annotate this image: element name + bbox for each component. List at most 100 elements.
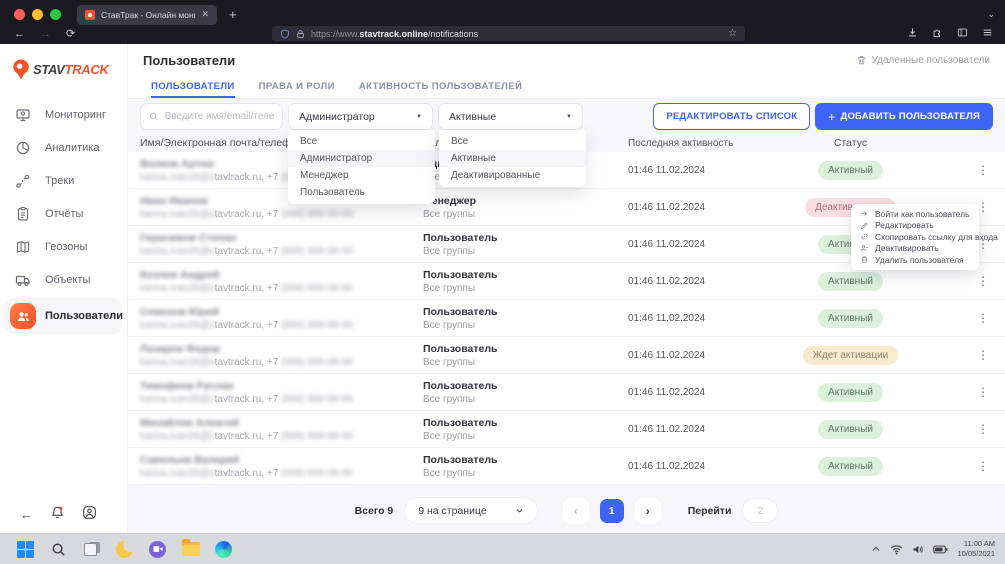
edit-list-button[interactable]: РЕДАКТИРОВАТЬ СПИСОК <box>653 103 810 130</box>
task-view-icon[interactable] <box>82 540 101 559</box>
col-status: Статус <box>773 137 928 149</box>
row-menu-kebab-icon[interactable]: ⋮ <box>977 274 989 288</box>
filter-bar: Администратор ▼ Активные ▼ РЕДАКТИРОВАТЬ… <box>140 103 993 130</box>
status-select[interactable]: Активные ▼ <box>438 103 583 130</box>
maximize-window-button[interactable] <box>50 9 61 20</box>
wifi-icon[interactable] <box>890 544 903 555</box>
url-text: https://www.stavtrack.online/notificatio… <box>311 29 478 39</box>
section-tabs: ПОЛЬЗОВАТЕЛИ ПРАВА И РОЛИ АКТИВНОСТЬ ПОЛ… <box>128 76 1005 99</box>
user-role: Менеджер <box>423 195 628 207</box>
browser-tabstrip: СтавТрак - Онлайн мониторин ✕ + ⌄ <box>0 0 1005 26</box>
header-buttons: РЕДАКТИРОВАТЬ СПИСОК + ДОБАВИТЬ ПОЛЬЗОВА… <box>653 103 993 130</box>
file-explorer-icon[interactable] <box>181 540 200 559</box>
status-option[interactable]: Активные <box>439 150 586 167</box>
role-option[interactable]: Все <box>288 133 435 150</box>
sidebar-toggle-icon[interactable] <box>957 27 968 38</box>
objects-icon <box>10 267 36 293</box>
page-title: Пользователи <box>143 53 235 68</box>
last-activity: 01:46 11.02.2024 <box>628 313 773 324</box>
list-tabs-chevron-icon[interactable]: ⌄ <box>987 9 995 20</box>
forward-icon[interactable]: → <box>40 27 51 41</box>
browser-tab[interactable]: СтавТрак - Онлайн мониторин ✕ <box>77 5 217 25</box>
current-page-button[interactable]: 1 <box>600 499 624 523</box>
status-option[interactable]: Деактивированные <box>439 167 586 184</box>
sidebar-item-monitoring[interactable]: Мониторинг <box>0 98 127 131</box>
chevron-down-icon <box>515 506 524 515</box>
menu-item-delete-user[interactable]: Удалить пользователя <box>851 254 979 266</box>
sidebar-item-analytics[interactable]: Аналитика <box>0 131 127 164</box>
user-minus-icon <box>860 244 869 253</box>
notifications-bell-icon[interactable] <box>50 505 65 523</box>
search-field[interactable] <box>140 103 283 130</box>
main-content: Пользователи Удаленные пользователи ПОЛЬ… <box>128 44 1005 533</box>
role-select[interactable]: Администратор ▼ <box>288 103 433 130</box>
user-role: Пользователь <box>423 306 628 318</box>
menu-item-copy-login-link[interactable]: Скопировать ссылку для входа <box>851 231 979 243</box>
tab-users[interactable]: ПОЛЬЗОВАТЕЛИ <box>151 76 235 98</box>
sidebar-item-objects[interactable]: Объекты <box>0 263 127 296</box>
user-group: Все группы <box>423 431 628 442</box>
goto-page-input[interactable] <box>742 498 778 523</box>
col-activity: Последняя активность <box>628 138 773 149</box>
status-option[interactable]: Все <box>439 133 586 150</box>
next-page-button[interactable]: › <box>635 498 661 524</box>
edge-browser-icon[interactable] <box>214 540 233 559</box>
user-group: Все группы <box>423 394 628 405</box>
moon-app-icon[interactable] <box>115 540 134 559</box>
row-menu-kebab-icon[interactable]: ⋮ <box>977 422 989 436</box>
reload-icon[interactable]: ⟳ <box>66 27 75 41</box>
user-name: Семенов Юрий <box>140 306 423 318</box>
deleted-users-link[interactable]: Удаленные пользователи <box>856 54 990 66</box>
sidebar-item-geozones[interactable]: Геозоны <box>0 230 127 263</box>
role-option[interactable]: Пользователь <box>288 184 435 201</box>
search-input[interactable] <box>165 111 274 122</box>
volume-icon[interactable] <box>912 544 924 555</box>
menu-item-deactivate[interactable]: Деактивировать <box>851 243 979 255</box>
screen: СтавТрак - Онлайн мониторин ✕ + ⌄ ← → ⟳ … <box>0 0 1005 564</box>
row-menu-kebab-icon[interactable]: ⋮ <box>977 163 989 177</box>
tray-chevron-up-icon[interactable] <box>871 545 881 553</box>
tab-rights-roles[interactable]: ПРАВА И РОЛИ <box>259 76 335 98</box>
close-window-button[interactable] <box>14 9 25 20</box>
user-contact: karina.ivan26@stavtrack.ru, +7 (999) 999… <box>140 394 423 405</box>
tab-user-activity[interactable]: АКТИВНОСТЬ ПОЛЬЗОВАТЕЛЕЙ <box>359 76 522 98</box>
bookmark-star-icon[interactable]: ☆ <box>728 28 737 39</box>
tab-close-icon[interactable]: ✕ <box>201 9 209 20</box>
monitoring-icon <box>10 102 36 128</box>
menu-hamburger-icon[interactable] <box>982 27 993 38</box>
sidebar-item-users[interactable]: Пользователи <box>5 298 122 334</box>
row-menu-kebab-icon[interactable]: ⋮ <box>977 385 989 399</box>
menu-item-edit[interactable]: Редактировать <box>851 220 979 232</box>
row-menu-kebab-icon[interactable]: ⋮ <box>977 459 989 473</box>
sidebar-item-label: Отчёты <box>45 208 83 220</box>
add-user-button[interactable]: + ДОБАВИТЬ ПОЛЬЗОВАТЕЛЯ <box>815 103 993 130</box>
taskbar-clock[interactable]: 11:00 AM 10/05/2021 <box>957 539 995 559</box>
status-badge: Активный <box>818 420 883 439</box>
row-menu-kebab-icon[interactable]: ⋮ <box>977 311 989 325</box>
downloads-icon[interactable] <box>907 27 918 38</box>
user-contact: karina.ivan26@stavtrack.ru, +7 (999) 999… <box>140 320 423 331</box>
battery-icon[interactable] <box>933 545 948 554</box>
prev-page-button[interactable]: ‹ <box>563 498 589 524</box>
per-page-select[interactable]: 9 на странице <box>404 497 537 524</box>
start-button-icon[interactable] <box>16 540 35 559</box>
taskbar-search-icon[interactable] <box>49 540 68 559</box>
site-favicon <box>85 10 95 20</box>
menu-item-login-as-user[interactable]: Войти как пользователь <box>851 208 979 220</box>
url-bar[interactable]: https://www.stavtrack.online/notificatio… <box>272 26 745 41</box>
sidebar-item-tracks[interactable]: Треки <box>0 164 127 197</box>
video-meet-app-icon[interactable] <box>148 540 167 559</box>
role-option[interactable]: Администратор <box>288 150 435 167</box>
sidebar-item-reports[interactable]: Отчёты <box>0 197 127 230</box>
back-icon[interactable]: ← <box>14 27 25 41</box>
users-icon <box>10 303 36 329</box>
minimize-window-button[interactable] <box>32 9 43 20</box>
role-option[interactable]: Менеджер <box>288 167 435 184</box>
collapse-sidebar-icon[interactable]: ← <box>20 507 33 522</box>
extensions-icon[interactable] <box>932 27 943 38</box>
last-activity: 01:46 11.02.2024 <box>628 387 773 398</box>
user-group: Все группы <box>423 320 628 331</box>
new-tab-button[interactable]: + <box>229 7 237 22</box>
row-menu-kebab-icon[interactable]: ⋮ <box>977 348 989 362</box>
profile-icon[interactable] <box>82 505 97 523</box>
